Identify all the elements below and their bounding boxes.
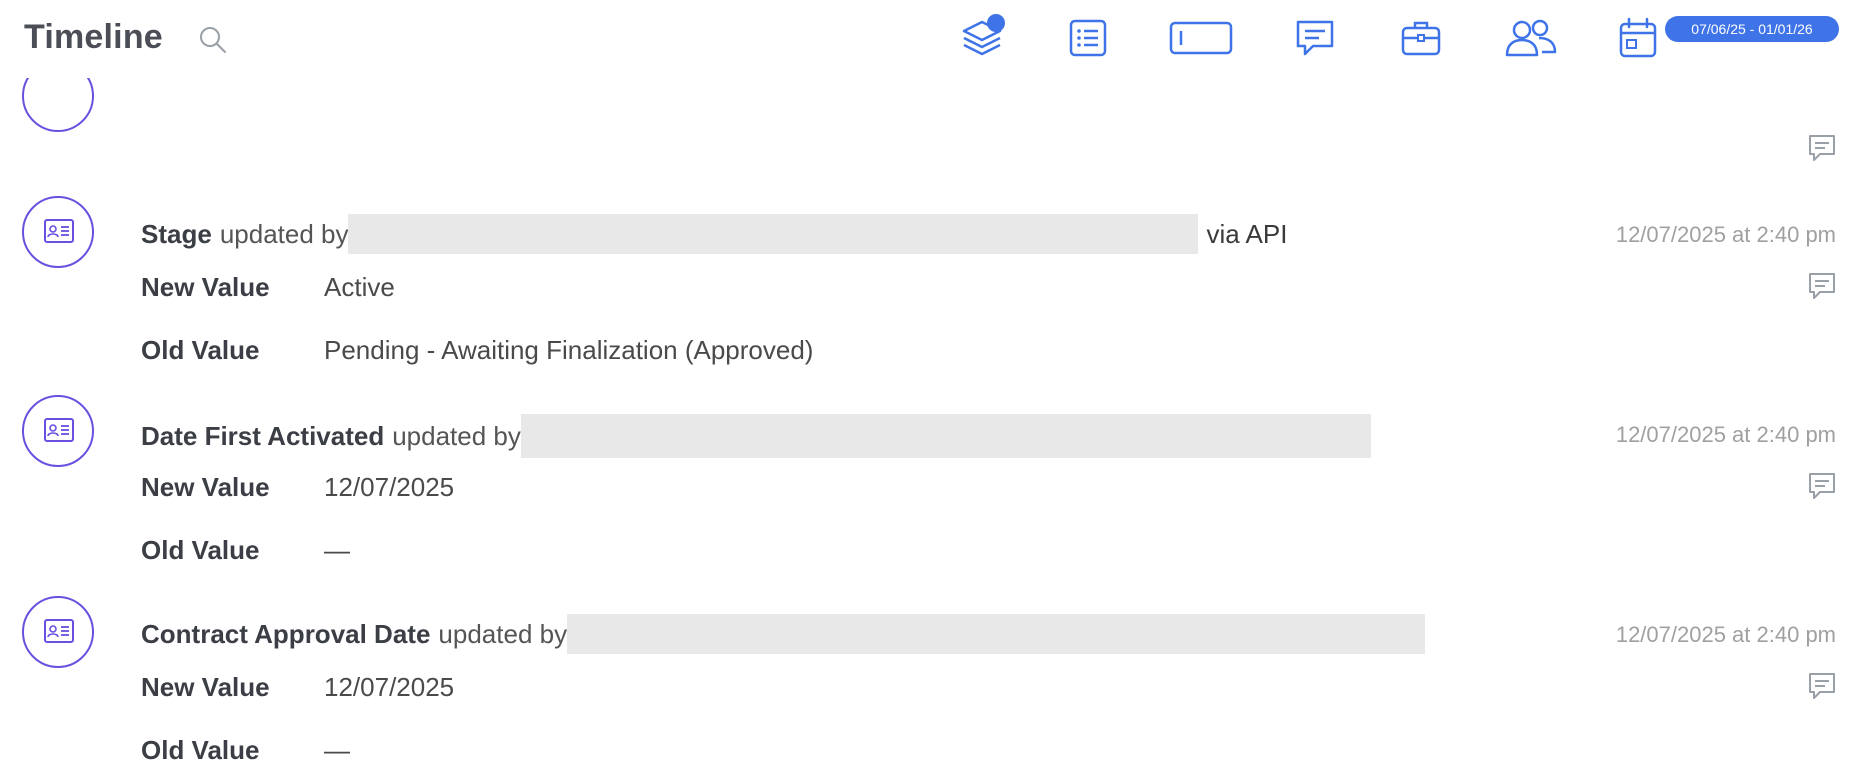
list-icon[interactable] xyxy=(1064,14,1112,62)
text-field-icon[interactable] xyxy=(1168,14,1234,62)
page-title: Timeline xyxy=(24,18,163,56)
entry-heading: Contract Approval Date updated by xyxy=(141,614,1426,654)
new-value-label: New Value xyxy=(141,272,270,302)
briefcase-icon[interactable] xyxy=(1397,14,1445,62)
calendar-icon[interactable] xyxy=(1614,14,1662,62)
redacted-user xyxy=(520,414,1371,458)
entry-timestamp: 12/07/2025 at 2:40 pm xyxy=(1615,422,1836,447)
people-icon[interactable] xyxy=(1502,14,1560,62)
old-value: Pending - Awaiting Finalization (Approve… xyxy=(324,335,814,365)
new-value: Active xyxy=(324,272,395,302)
entry-timestamp: 12/07/2025 at 2:40 pm xyxy=(1615,222,1836,247)
contact-card-icon xyxy=(22,196,94,268)
notification-dot xyxy=(987,14,1005,32)
field-name: Stage xyxy=(141,218,212,249)
old-value-label: Old Value xyxy=(141,335,260,365)
old-value-label: Old Value xyxy=(141,735,260,765)
updated-by-text: updated by xyxy=(438,618,568,649)
comment-icon[interactable] xyxy=(1291,14,1339,62)
field-name: Date First Activated xyxy=(141,420,385,451)
entry-heading: Stage updated by via API xyxy=(141,214,1287,254)
redacted-user xyxy=(348,214,1199,254)
entry-heading: Date First Activated updated by xyxy=(141,414,1371,458)
new-value-label: New Value xyxy=(141,472,270,502)
field-name: Contract Approval Date xyxy=(141,618,431,649)
redacted-user xyxy=(567,614,1426,654)
old-value: — xyxy=(324,535,350,565)
search-icon[interactable] xyxy=(197,24,229,56)
old-value: — xyxy=(324,735,350,765)
entry-timestamp: 12/07/2025 at 2:40 pm xyxy=(1615,622,1836,647)
comment-icon[interactable] xyxy=(1806,670,1838,702)
via-source: via API xyxy=(1206,218,1288,249)
updated-by-text: updated by xyxy=(219,218,349,249)
new-value: 12/07/2025 xyxy=(324,472,455,502)
new-value-label: New Value xyxy=(141,672,270,702)
contact-card-icon xyxy=(22,596,94,668)
comment-icon[interactable] xyxy=(1806,132,1838,164)
comment-icon[interactable] xyxy=(1806,270,1838,302)
old-value-label: Old Value xyxy=(141,535,260,565)
contact-card-icon xyxy=(22,395,94,467)
layers-icon[interactable] xyxy=(958,14,1006,62)
updated-by-text: updated by xyxy=(392,420,521,451)
comment-icon[interactable] xyxy=(1806,470,1838,502)
new-value: 12/07/2025 xyxy=(324,672,455,702)
date-range-badge[interactable]: 07/06/25 - 01/01/26 xyxy=(1665,16,1839,42)
timeline-header: Timeline 07/06/25 - 01/01/26 xyxy=(0,0,1862,78)
